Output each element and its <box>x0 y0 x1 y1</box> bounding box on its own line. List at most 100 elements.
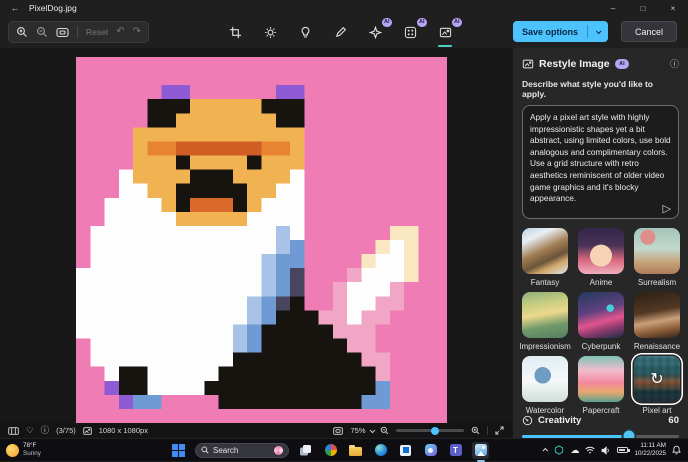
style-presets-grid: Fantasy Anime Surrealism Impressionism C… <box>522 228 679 415</box>
taskbar-search[interactable]: Search <box>195 443 289 458</box>
edge-button[interactable] <box>372 442 389 459</box>
widgets-button[interactable] <box>322 442 339 459</box>
panel-title: Restyle Image <box>539 58 610 70</box>
ai-badge: AI <box>417 18 428 27</box>
style-label: Renaissance <box>634 342 680 351</box>
security-tray-icon[interactable] <box>554 445 564 455</box>
close-button[interactable]: × <box>658 0 688 16</box>
system-tray: ☁ 11:11 AM 10/22/2025 <box>544 442 688 458</box>
file-explorer-icon <box>349 447 362 456</box>
style-thumbnail[interactable] <box>522 292 568 338</box>
notification-bell-icon[interactable] <box>672 445 681 455</box>
style-thumbnail[interactable] <box>634 292 680 338</box>
copilot-icon <box>425 444 437 456</box>
search-icon <box>201 446 209 454</box>
undo-icon[interactable]: ↶ <box>116 27 124 37</box>
style-label: Pixel art <box>643 406 672 415</box>
style-prompt-input[interactable]: Apply a pixel art style with highly impr… <box>522 105 679 219</box>
wifi-icon[interactable] <box>585 446 595 454</box>
style-preset-impressionism[interactable]: Impressionism <box>522 292 568 351</box>
zoom-slider-thumb[interactable] <box>431 427 439 435</box>
filmstrip-icon[interactable] <box>8 427 19 435</box>
weather-widget[interactable]: 78°F Sunny <box>0 442 170 457</box>
cancel-button[interactable]: Cancel <box>621 21 677 42</box>
favorite-icon[interactable]: ♡ <box>26 426 34 435</box>
info-icon[interactable]: ⓘ <box>41 426 50 435</box>
style-label: Papercraft <box>583 406 620 415</box>
fit-view-icon[interactable] <box>333 427 343 435</box>
photos-app-button[interactable] <box>472 442 489 459</box>
style-thumbnail[interactable] <box>578 292 624 338</box>
store-icon <box>400 445 411 456</box>
style-preset-fantasy[interactable]: Fantasy <box>522 228 568 287</box>
fit-to-window-icon[interactable] <box>56 27 69 38</box>
style-thumbnail[interactable] <box>522 228 568 274</box>
fullscreen-icon[interactable] <box>495 426 504 435</box>
prompt-text: Apply a pixel art style with highly impr… <box>530 112 671 203</box>
zoom-out-icon[interactable] <box>36 26 48 38</box>
style-preset-renaissance[interactable]: Renaissance <box>634 292 680 351</box>
toolbar-divider <box>77 26 78 38</box>
style-thumbnail[interactable] <box>578 228 624 274</box>
prompt-instruction: Describe what style you'd like to apply. <box>522 79 679 99</box>
zoom-in-icon[interactable] <box>16 26 28 38</box>
clock[interactable]: 11:11 AM 10/22/2025 <box>634 442 666 458</box>
workspace: ♡ ⓘ (3/75) 1080 x 1080px 75% <box>0 48 688 438</box>
restyle-panel: Restyle Image AI ⓘ Describe what style y… <box>512 48 688 438</box>
save-options-button[interactable]: Save options <box>513 21 608 42</box>
filter-tool-button[interactable] <box>292 19 318 45</box>
store-button[interactable] <box>397 442 414 459</box>
reset-button[interactable]: Reset <box>86 27 108 37</box>
style-thumbnail[interactable] <box>522 356 568 402</box>
zoom-out-icon[interactable] <box>380 426 389 435</box>
style-thumbnail[interactable]: ↻ <box>634 356 680 402</box>
style-thumbnail[interactable] <box>578 356 624 402</box>
zoom-slider[interactable] <box>396 429 464 432</box>
restyle-image-tool-button[interactable]: AI <box>432 19 458 45</box>
style-preset-surrealism[interactable]: Surrealism <box>634 228 680 287</box>
file-explorer-button[interactable] <box>347 442 364 459</box>
tray-chevron-up-icon[interactable] <box>543 448 549 454</box>
creativity-dial-icon <box>522 415 533 426</box>
save-options-dropdown[interactable] <box>588 30 608 34</box>
zoom-level-value: 75% <box>350 426 365 435</box>
titlebar: ← PixelDog.jpg – □ × <box>0 0 688 16</box>
canvas-area: ♡ ⓘ (3/75) 1080 x 1080px 75% <box>0 48 512 438</box>
info-icon[interactable]: ⓘ <box>670 57 679 70</box>
minimize-button[interactable]: – <box>598 0 628 16</box>
redo-icon[interactable]: ↷ <box>133 27 141 37</box>
markup-tool-button[interactable] <box>327 19 353 45</box>
search-placeholder: Search <box>213 446 238 455</box>
style-preset-watercolor[interactable]: Watercolor <box>522 356 568 415</box>
start-button[interactable] <box>170 442 187 459</box>
style-preset-pixel-art[interactable]: ↻ Pixel art <box>634 356 680 415</box>
zoom-level-dropdown[interactable]: 75% <box>350 426 373 435</box>
task-view-button[interactable] <box>297 442 314 459</box>
style-preset-cyberpunk[interactable]: Cyberpunk <box>578 292 624 351</box>
crop-tool-button[interactable] <box>222 19 248 45</box>
volume-icon[interactable] <box>601 446 611 455</box>
send-prompt-icon[interactable]: ▷ <box>663 204 671 215</box>
tray-date: 10/22/2025 <box>634 450 666 458</box>
onedrive-cloud-icon[interactable]: ☁ <box>570 446 579 455</box>
edit-tools: AI AI AI <box>222 19 458 45</box>
zoom-in-icon[interactable] <box>471 426 480 435</box>
zoom-tool-group: Reset ↶ ↷ <box>8 21 149 43</box>
style-label: Surrealism <box>638 278 676 287</box>
copilot-button[interactable] <box>422 442 439 459</box>
maximize-button[interactable]: □ <box>628 0 658 16</box>
style-preset-anime[interactable]: Anime <box>578 228 624 287</box>
style-thumbnail[interactable] <box>634 228 680 274</box>
window-controls: – □ × <box>598 0 688 16</box>
battery-icon[interactable] <box>617 447 628 453</box>
adjust-tool-button[interactable] <box>257 19 283 45</box>
weather-text: 78°F Sunny <box>23 442 41 457</box>
top-actions: Save options Cancel <box>513 21 677 42</box>
cancel-label: Cancel <box>635 27 663 37</box>
style-preset-papercraft[interactable]: Papercraft <box>578 356 624 415</box>
back-icon[interactable]: ← <box>9 2 21 14</box>
background-ai-tool-button[interactable]: AI <box>397 19 423 45</box>
search-highlight-icon <box>274 446 283 455</box>
erase-ai-tool-button[interactable]: AI <box>362 19 388 45</box>
teams-button[interactable]: T <box>447 442 464 459</box>
